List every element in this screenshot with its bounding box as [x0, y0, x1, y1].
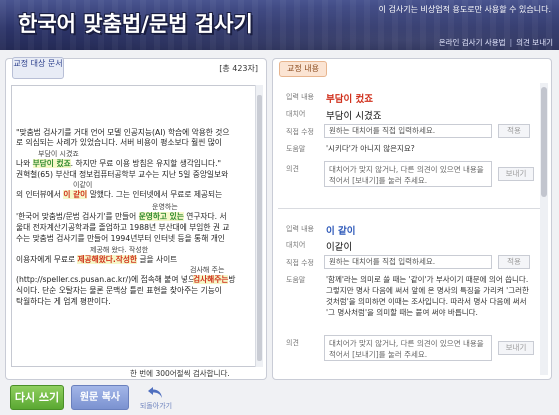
check-limit-note: 한 번에 300어절씩 검사합니다. [130, 369, 230, 378]
opinion-textarea[interactable]: 대치어가 맞지 않거나, 다른 의견이 있으면 내용을 적어서 [보내기]를 눌… [324, 335, 492, 361]
error-word-5[interactable]: 검사해주는 [193, 275, 229, 284]
source-document-panel: 교정 대상 문서 [총 423자] "맞춤법 검사기를 거대 언어 모델 인공지… [5, 57, 267, 380]
label-help: 도움말 [286, 276, 306, 284]
correction-list: 입력 내용 부담이 컸죠 대치어 부담이 시겼죠 직접 수정 원하는 대치어를 … [278, 83, 540, 375]
error-word-3[interactable]: 운영하고 있는 [138, 212, 184, 221]
link-usage-guide[interactable]: 온라인 검사기 사용법 [439, 37, 506, 48]
label-direct-edit: 직접 수정 [286, 259, 314, 267]
app-title: 한국어 맞춤법/문법 검사기 [18, 12, 253, 36]
link-separator: | [509, 38, 513, 47]
label-replace: 대치어 [286, 110, 306, 118]
text-line: 수는 맞춤법 검사기를 만들어 1994년부터 인터넷 등을 통해 개인 [16, 234, 225, 243]
tab-correction[interactable]: 교정 내용 [279, 61, 327, 77]
copy-original-button[interactable]: 원문 복사 [71, 385, 129, 410]
suggestion-3: 운영하는 [152, 203, 178, 211]
source-scrollbar-thumb[interactable] [257, 95, 262, 361]
help-text: '함께'라는 의미로 쓸 때는 '같이'가 부사이기 때문에 의어 씁니다. 그… [326, 275, 529, 317]
suggestion-2: 이같이 [73, 181, 93, 189]
app-header: 한국어 맞춤법/문법 검사기 이 검사기는 비상업적 용도로만 사용할 수 있습… [0, 0, 559, 50]
suggestion-4: 제공해 왔다. 작성한 [90, 246, 149, 254]
opinion-textarea[interactable]: 대치어가 맞지 않거나, 다른 의견이 있으면 내용을 적어서 [보내기]를 눌… [324, 161, 492, 187]
direct-edit-input[interactable]: 원하는 대치어를 직접 입력하세요. [324, 124, 492, 138]
suggestion-1: 부담이 시겼죠 [38, 150, 79, 158]
correction-scrollbar[interactable] [540, 83, 548, 375]
char-count: [총 423자] [219, 64, 258, 73]
tab-source-document[interactable]: 교정 대상 문서 [12, 57, 64, 79]
text-line: 울대 전자계산기공학과를 졸업하고 1988년 부산대에 부임한 권 교 [16, 223, 230, 232]
text-line: 식이다. 단순 오탈자는 물론 문맥상 틀린 표현을 찾아주는 기능이 [16, 286, 222, 295]
rewrite-button[interactable]: 다시 쓰기 [10, 385, 64, 410]
text-line: (http://speller.cs.pusan.ac.kr/)에 접속해 붙여… [16, 275, 203, 284]
label-replace: 대치어 [286, 241, 306, 249]
text-line: "맞춤법 검사기를 거대 언어 모델 인공지능(AI) 학습에 악용한 것으 [16, 128, 230, 137]
label-help: 도움말 [286, 145, 306, 153]
undo-button[interactable]: 되돌아가기 [136, 385, 176, 413]
source-textarea[interactable]: "맞춤법 검사기를 거대 언어 모델 인공지능(AI) 학습에 악용한 것으 로… [11, 85, 256, 367]
error-word-2[interactable]: 이 같이 [63, 190, 88, 199]
label-direct-edit: 직접 수정 [286, 128, 314, 136]
label-input: 입력 내용 [286, 225, 314, 233]
replace-value[interactable]: 부담이 시겼죠 [326, 108, 381, 122]
text-line: 로 의심되는 사례가 있었습니다. 서버 비용이 평소보다 훨씬 많이 [16, 138, 222, 147]
text-line: 탁월하다는 게 업계 평판이다. [16, 297, 111, 306]
source-scrollbar[interactable] [255, 85, 263, 367]
apply-button[interactable]: 적용 [498, 255, 530, 269]
label-opinion: 의견 [286, 165, 299, 173]
text-line: '한국어 맞춤법/문법 검사기'를 만들어 운영하고 있는 연구자다. 서 [16, 212, 227, 221]
usage-notice: 이 검사기는 비상업적 용도로만 사용할 수 있습니다. [378, 5, 551, 14]
replace-value[interactable]: 이같이 [326, 239, 352, 253]
text-line: 권혁철(65) 부산대 정보컴퓨터공학부 교수는 지난 5일 중앙일보와 [16, 170, 229, 179]
label-input: 입력 내용 [286, 93, 314, 101]
undo-arrow-icon [148, 387, 162, 398]
send-button[interactable]: 보내기 [498, 341, 534, 355]
correction-card: 입력 내용 이 같이 대치어 이같이 직접 수정 원하는 대치어를 직접 입력하… [278, 217, 540, 375]
header-links: 온라인 검사기 사용법 | 의견 보내기 [439, 37, 553, 48]
suggestion-5: 검사해 주는 [190, 266, 225, 274]
help-text: '시키다'가 아니지 않은지요? [326, 144, 415, 153]
input-value: 부담이 컸죠 [326, 94, 374, 105]
apply-button[interactable]: 적용 [498, 124, 530, 138]
text-line: 의 인터뷰에서 이 같이 말했다. 그는 인터넷에서 무료로 제공되는 [16, 190, 223, 199]
label-opinion: 의견 [286, 339, 299, 347]
link-send-feedback[interactable]: 의견 보내기 [516, 37, 553, 48]
correction-card: 입력 내용 부담이 컸죠 대치어 부담이 시겼죠 직접 수정 원하는 대치어를 … [278, 83, 540, 209]
send-button[interactable]: 보내기 [498, 167, 534, 181]
text-line: 나와 부담이 컸죠. 하지만 무료 이용 방침은 유지할 생각입니다." [16, 159, 222, 168]
input-value: 이 같이 [326, 226, 356, 237]
correction-scrollbar-thumb[interactable] [541, 87, 547, 197]
undo-label: 되돌아가기 [139, 402, 173, 410]
error-word-1[interactable]: 부담이 컸죠 [32, 159, 71, 168]
error-word-4[interactable]: 제공해왔다.작성한 [77, 255, 137, 264]
text-line: 이용자에게 무료로 제공해왔다.작성한 글을 사이트 [16, 255, 178, 264]
text-line: 검사해주는방 [193, 275, 236, 284]
direct-edit-input[interactable]: 원하는 대치어를 직접 입력하세요. [324, 255, 492, 269]
correction-panel: 교정 내용 입력 내용 부담이 컸죠 대치어 부담이 시겼죠 직접 수정 원하는… [272, 58, 552, 380]
